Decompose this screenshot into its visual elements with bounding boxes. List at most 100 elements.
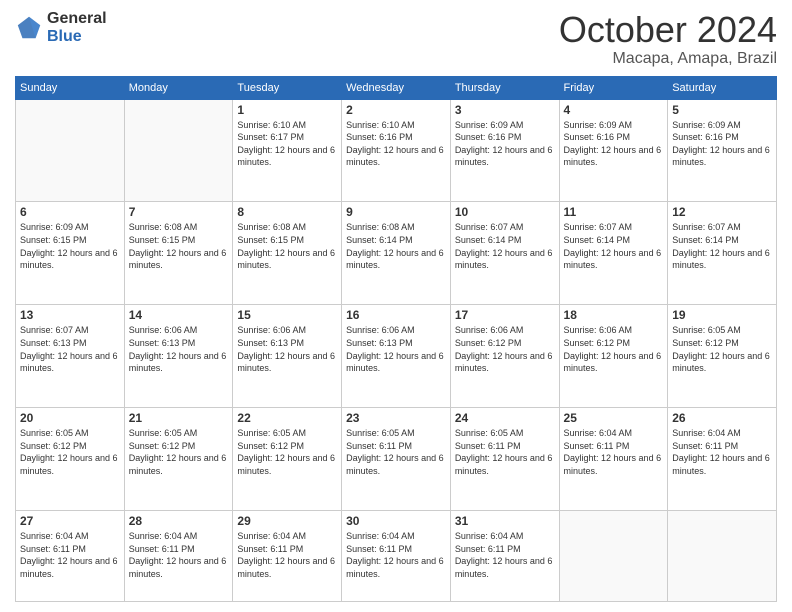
day-info: Sunrise: 6:05 AM Sunset: 6:12 PM Dayligh… [20,427,120,477]
calendar-cell: 9 Sunrise: 6:08 AM Sunset: 6:14 PM Daylig… [342,202,451,305]
day-info: Sunrise: 6:09 AM Sunset: 6:16 PM Dayligh… [455,119,555,169]
day-number: 14 [129,308,229,322]
day-info: Sunrise: 6:08 AM Sunset: 6:15 PM Dayligh… [129,221,229,271]
calendar-week-5: 27 Sunrise: 6:04 AM Sunset: 6:11 PM Dayli… [16,511,777,602]
calendar-header: Sunday Monday Tuesday Wednesday Thursday… [16,76,777,99]
day-number: 24 [455,411,555,425]
title-block: October 2024 Macapa, Amapa, Brazil [559,10,777,68]
day-info: Sunrise: 6:07 AM Sunset: 6:14 PM Dayligh… [455,221,555,271]
day-info: Sunrise: 6:07 AM Sunset: 6:13 PM Dayligh… [20,324,120,374]
day-info: Sunrise: 6:08 AM Sunset: 6:14 PM Dayligh… [346,221,446,271]
day-info: Sunrise: 6:07 AM Sunset: 6:14 PM Dayligh… [564,221,664,271]
logo-text: General Blue [47,10,107,45]
calendar-cell: 15Sunrise: 6:06 AM Sunset: 6:13 PM Dayli… [233,305,342,408]
day-number: 21 [129,411,229,425]
day-number: 15 [237,308,337,322]
header-tuesday: Tuesday [233,76,342,99]
calendar-cell: 11 Sunrise: 6:07 AM Sunset: 6:14 PM Dayli… [559,202,668,305]
day-number: 10 [455,205,555,219]
calendar-cell: 20Sunrise: 6:05 AM Sunset: 6:12 PM Dayli… [16,408,125,511]
calendar-cell: 22 Sunrise: 6:05 AM Sunset: 6:12 PM Dayli… [233,408,342,511]
calendar-week-4: 20Sunrise: 6:05 AM Sunset: 6:12 PM Dayli… [16,408,777,511]
day-number: 5 [672,103,772,117]
day-number: 25 [564,411,664,425]
day-number: 22 [237,411,337,425]
day-number: 19 [672,308,772,322]
calendar-cell [124,99,233,202]
logo: General Blue [15,10,107,45]
day-number: 11 [564,205,664,219]
day-info: Sunrise: 6:09 AM Sunset: 6:16 PM Dayligh… [672,119,772,169]
header-monday: Monday [124,76,233,99]
calendar-cell: 23Sunrise: 6:05 AM Sunset: 6:11 PM Dayli… [342,408,451,511]
day-number: 1 [237,103,337,117]
day-number: 29 [237,514,337,528]
calendar-cell: 19 Sunrise: 6:05 AM Sunset: 6:12 PM Dayli… [668,305,777,408]
day-info: Sunrise: 6:09 AM Sunset: 6:16 PM Dayligh… [564,119,664,169]
day-number: 7 [129,205,229,219]
day-info: Sunrise: 6:10 AM Sunset: 6:16 PM Dayligh… [346,119,446,169]
day-number: 2 [346,103,446,117]
header-thursday: Thursday [450,76,559,99]
day-info: Sunrise: 6:04 AM Sunset: 6:11 PM Dayligh… [237,530,337,580]
calendar-cell: 16Sunrise: 6:06 AM Sunset: 6:13 PM Dayli… [342,305,451,408]
calendar-cell: 13 Sunrise: 6:07 AM Sunset: 6:13 PM Dayli… [16,305,125,408]
calendar-cell: 21 Sunrise: 6:05 AM Sunset: 6:12 PM Dayli… [124,408,233,511]
day-number: 13 [20,308,120,322]
calendar-cell: 29 Sunrise: 6:04 AM Sunset: 6:11 PM Dayli… [233,511,342,602]
day-info: Sunrise: 6:05 AM Sunset: 6:12 PM Dayligh… [672,324,772,374]
calendar-body: 1 Sunrise: 6:10 AM Sunset: 6:17 PM Daylig… [16,99,777,601]
calendar-week-3: 13 Sunrise: 6:07 AM Sunset: 6:13 PM Dayli… [16,305,777,408]
calendar-week-2: 6Sunrise: 6:09 AM Sunset: 6:15 PM Daylig… [16,202,777,305]
calendar-cell: 27 Sunrise: 6:04 AM Sunset: 6:11 PM Dayli… [16,511,125,602]
day-info: Sunrise: 6:04 AM Sunset: 6:11 PM Dayligh… [564,427,664,477]
day-number: 12 [672,205,772,219]
day-number: 4 [564,103,664,117]
day-info: Sunrise: 6:05 AM Sunset: 6:11 PM Dayligh… [346,427,446,477]
month-title: October 2024 [559,10,777,50]
day-info: Sunrise: 6:05 AM Sunset: 6:12 PM Dayligh… [237,427,337,477]
day-number: 9 [346,205,446,219]
logo-icon [15,14,43,42]
calendar-cell: 8Sunrise: 6:08 AM Sunset: 6:15 PM Daylig… [233,202,342,305]
day-info: Sunrise: 6:04 AM Sunset: 6:11 PM Dayligh… [455,530,555,580]
day-info: Sunrise: 6:06 AM Sunset: 6:12 PM Dayligh… [564,324,664,374]
calendar-cell: 1 Sunrise: 6:10 AM Sunset: 6:17 PM Daylig… [233,99,342,202]
calendar-cell: 17 Sunrise: 6:06 AM Sunset: 6:12 PM Dayli… [450,305,559,408]
calendar-cell: 7 Sunrise: 6:08 AM Sunset: 6:15 PM Daylig… [124,202,233,305]
day-info: Sunrise: 6:06 AM Sunset: 6:13 PM Dayligh… [129,324,229,374]
calendar-cell: 2 Sunrise: 6:10 AM Sunset: 6:16 PM Daylig… [342,99,451,202]
day-info: Sunrise: 6:04 AM Sunset: 6:11 PM Dayligh… [20,530,120,580]
header-saturday: Saturday [668,76,777,99]
day-number: 17 [455,308,555,322]
day-number: 26 [672,411,772,425]
day-number: 27 [20,514,120,528]
calendar-cell: 31Sunrise: 6:04 AM Sunset: 6:11 PM Dayli… [450,511,559,602]
header-friday: Friday [559,76,668,99]
day-number: 18 [564,308,664,322]
day-number: 8 [237,205,337,219]
calendar-cell [16,99,125,202]
calendar-cell: 14 Sunrise: 6:06 AM Sunset: 6:13 PM Dayli… [124,305,233,408]
day-info: Sunrise: 6:07 AM Sunset: 6:14 PM Dayligh… [672,221,772,271]
day-info: Sunrise: 6:10 AM Sunset: 6:17 PM Dayligh… [237,119,337,169]
calendar-cell: 6Sunrise: 6:09 AM Sunset: 6:15 PM Daylig… [16,202,125,305]
calendar-table: Sunday Monday Tuesday Wednesday Thursday… [15,76,777,602]
logo-general-text: General [47,10,107,28]
calendar-cell: 26Sunrise: 6:04 AM Sunset: 6:11 PM Dayli… [668,408,777,511]
calendar-cell: 30Sunrise: 6:04 AM Sunset: 6:11 PM Dayli… [342,511,451,602]
day-info: Sunrise: 6:04 AM Sunset: 6:11 PM Dayligh… [346,530,446,580]
logo-blue-text: Blue [47,28,107,46]
calendar-cell: 10 Sunrise: 6:07 AM Sunset: 6:14 PM Dayli… [450,202,559,305]
calendar-cell: 28Sunrise: 6:04 AM Sunset: 6:11 PM Dayli… [124,511,233,602]
day-info: Sunrise: 6:06 AM Sunset: 6:13 PM Dayligh… [346,324,446,374]
calendar-cell [668,511,777,602]
day-info: Sunrise: 6:05 AM Sunset: 6:12 PM Dayligh… [129,427,229,477]
calendar-cell: 12 Sunrise: 6:07 AM Sunset: 6:14 PM Dayli… [668,202,777,305]
calendar-cell: 25 Sunrise: 6:04 AM Sunset: 6:11 PM Dayli… [559,408,668,511]
day-info: Sunrise: 6:06 AM Sunset: 6:12 PM Dayligh… [455,324,555,374]
day-info: Sunrise: 6:05 AM Sunset: 6:11 PM Dayligh… [455,427,555,477]
calendar-cell: 18 Sunrise: 6:06 AM Sunset: 6:12 PM Dayli… [559,305,668,408]
day-number: 6 [20,205,120,219]
page: General Blue October 2024 Macapa, Amapa,… [0,0,792,612]
